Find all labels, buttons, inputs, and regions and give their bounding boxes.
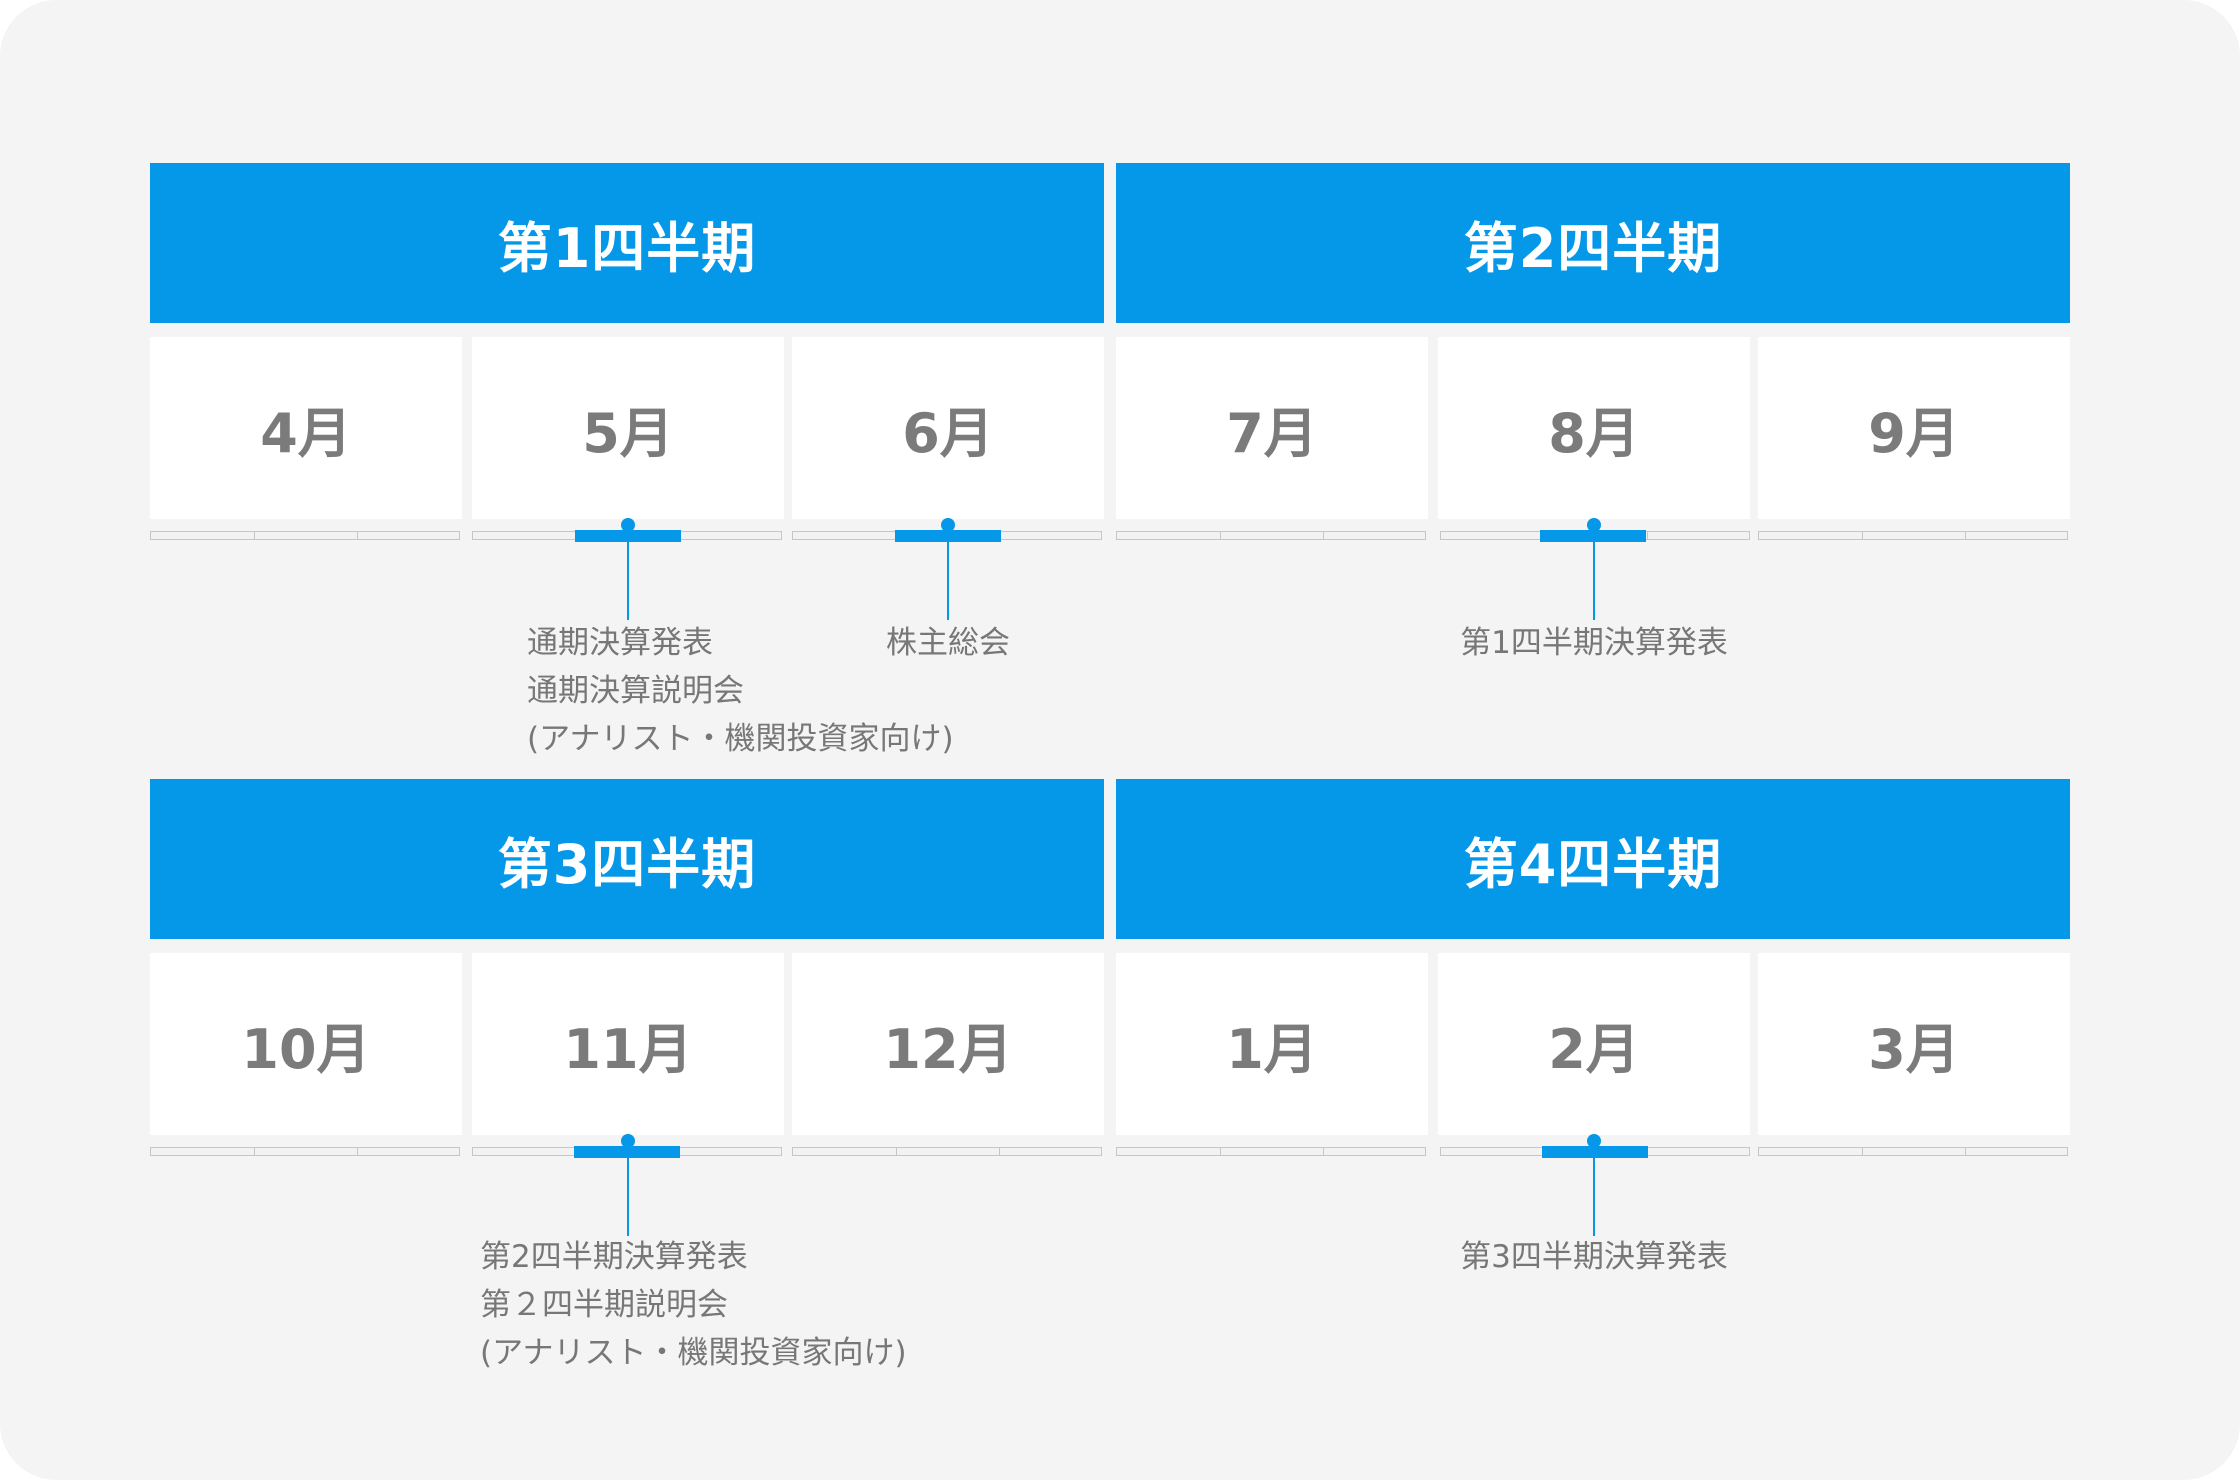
event-label-may-line-3: (アナリスト・機関投資家向け)	[527, 721, 954, 757]
quarter-3-header: 第3四半期	[150, 779, 1104, 939]
month-bar-october	[150, 1147, 460, 1156]
event-label-august: 第1四半期決算発表	[1444, 619, 1744, 667]
event-label-november: 第2四半期決算発表 第２四半期説明会 (アナリスト・機関投資家向け)	[480, 1233, 907, 1377]
event-connector-november	[627, 1146, 629, 1236]
month-february: 2月	[1438, 953, 1750, 1135]
event-label-november-line-2: 第２四半期説明会	[480, 1287, 728, 1323]
month-march: 3月	[1758, 953, 2070, 1135]
month-bar-september	[1758, 531, 2068, 540]
month-may: 5月	[472, 337, 784, 519]
month-april: 4月	[150, 337, 462, 519]
month-bar-january	[1116, 1147, 1426, 1156]
quarter-4-header: 第4四半期	[1116, 779, 2070, 939]
month-july: 7月	[1116, 337, 1428, 519]
quarter-1-header: 第1四半期	[150, 163, 1104, 323]
month-bar-july	[1116, 531, 1426, 540]
event-label-november-line-1: 第2四半期決算発表	[480, 1239, 748, 1275]
month-june: 6月	[792, 337, 1104, 519]
event-label-june: 株主総会	[848, 619, 1048, 667]
schedule-card: 第1四半期 第2四半期 第3四半期 第4四半期 4月 5月 6月 7月 8月 9…	[0, 0, 2240, 1480]
event-label-february: 第3四半期決算発表	[1444, 1233, 1744, 1281]
month-november: 11月	[472, 953, 784, 1135]
event-label-may-line-2: 通期決算説明会	[527, 673, 744, 709]
month-october: 10月	[150, 953, 462, 1135]
event-connector-june	[947, 530, 949, 620]
event-label-february-line-1: 第3四半期決算発表	[1460, 1239, 1728, 1275]
month-bar-december	[792, 1147, 1102, 1156]
month-bar-april	[150, 531, 460, 540]
event-label-august-line-1: 第1四半期決算発表	[1460, 625, 1728, 661]
month-december: 12月	[792, 953, 1104, 1135]
event-label-november-line-3: (アナリスト・機関投資家向け)	[480, 1335, 907, 1371]
month-bar-march	[1758, 1147, 2068, 1156]
quarter-2-header: 第2四半期	[1116, 163, 2070, 323]
month-september: 9月	[1758, 337, 2070, 519]
event-connector-february	[1593, 1146, 1595, 1236]
month-january: 1月	[1116, 953, 1428, 1135]
event-connector-august	[1593, 530, 1595, 620]
month-august: 8月	[1438, 337, 1750, 519]
event-connector-may	[627, 530, 629, 620]
event-label-june-line-1: 株主総会	[886, 625, 1010, 661]
